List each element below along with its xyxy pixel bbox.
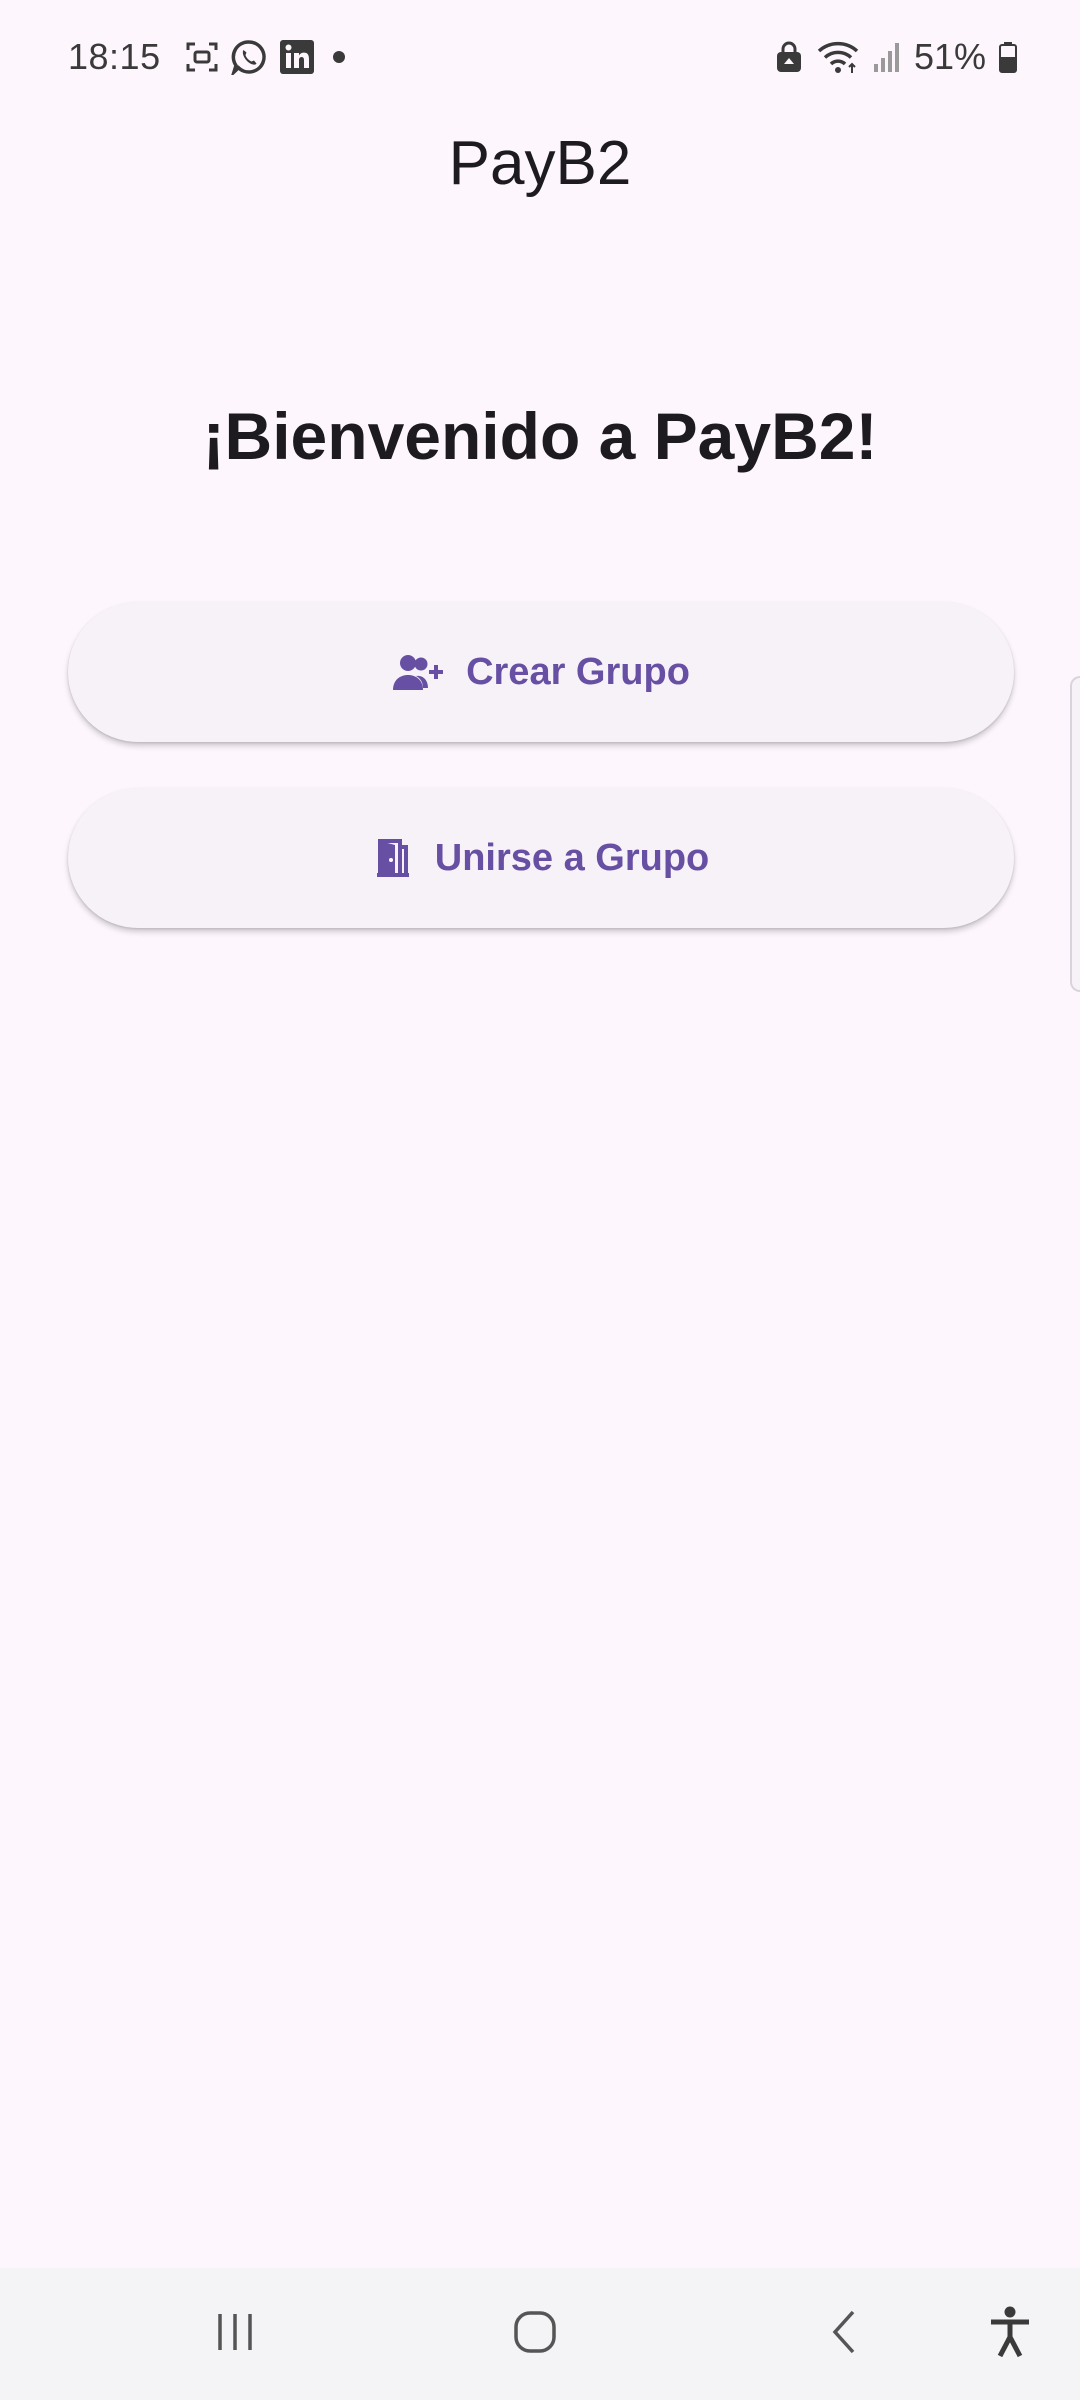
signal-icon [872,40,902,74]
screen-recorder-icon [185,40,219,74]
whatsapp-icon [230,39,267,75]
accessibility-button[interactable] [960,2268,1060,2400]
status-bar: 18:15 51% [0,0,1080,116]
join-group-label: Unirse a Grupo [434,836,710,879]
recents-icon [210,2310,260,2359]
accessibility-icon [988,2305,1032,2364]
back-button[interactable] [790,2268,900,2400]
home-button[interactable] [480,2268,590,2400]
wifi-icon [816,40,860,74]
create-group-label: Crear Grupo [466,650,690,693]
status-time: 18:15 [68,36,161,77]
welcome-heading: ¡Bienvenido a PayB2! [202,399,878,473]
recents-button[interactable] [180,2268,290,2400]
notification-dot-icon [327,45,351,69]
join-group-button[interactable]: Unirse a Grupo [68,788,1014,928]
secure-folder-icon [774,40,804,74]
linkedin-icon [279,39,315,75]
battery-percentage: 51% [913,36,986,77]
status-left: 18:15 [68,32,351,82]
battery-icon [998,40,1018,74]
navigation-bar [0,2268,1080,2400]
app-title: PayB2 [448,129,632,198]
edge-panel-handle[interactable] [1070,676,1080,992]
door-open-icon [373,837,413,879]
home-icon [510,2307,560,2362]
back-icon [825,2307,865,2362]
group-add-icon [392,652,444,692]
create-group-button[interactable]: Crear Grupo [68,602,1014,742]
status-right: 51% [774,32,1018,82]
